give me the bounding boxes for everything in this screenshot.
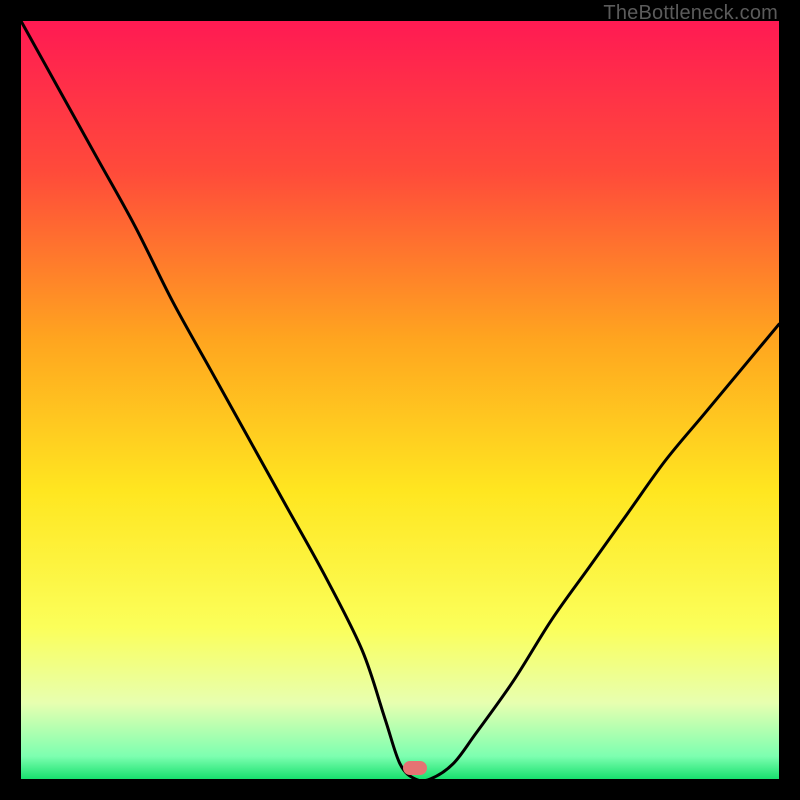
optimum-marker: [403, 761, 427, 775]
plot-area: [21, 21, 779, 779]
chart-frame: TheBottleneck.com: [0, 0, 800, 800]
watermark-label: TheBottleneck.com: [603, 2, 778, 25]
bottleneck-curve: [21, 21, 779, 779]
